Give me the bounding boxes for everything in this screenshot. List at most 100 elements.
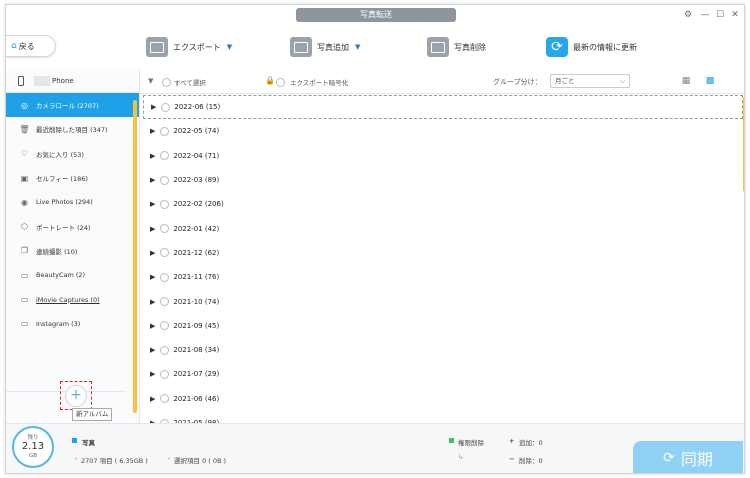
- month-row[interactable]: ▶ 2021-09 (45): [140, 314, 744, 338]
- collapse-all-icon[interactable]: ▼: [148, 77, 153, 85]
- month-row[interactable]: ▶ 2022-03 (89): [140, 168, 744, 192]
- month-checkbox[interactable]: [160, 345, 170, 355]
- select-all-label: すべて選択: [174, 79, 206, 87]
- filter-bar: ▼ すべて選択 🔒 エクスポート暗号化 グループ分け： 月ごと ⌵ ▦ ▩: [140, 69, 744, 94]
- month-checkbox[interactable]: [160, 224, 170, 234]
- month-checkbox[interactable]: [160, 175, 170, 185]
- expand-icon[interactable]: ▶: [150, 322, 155, 330]
- sidebar-scrollbar[interactable]: [133, 100, 137, 413]
- items-count: 2707 項目 ( 6.35GB ): [81, 457, 148, 465]
- export-dropdown-icon[interactable]: ▼: [227, 43, 232, 51]
- month-checkbox[interactable]: [160, 369, 170, 379]
- album-item[interactable]: ◎ カメラロール (2707): [6, 93, 139, 118]
- plus-icon: +: [509, 437, 515, 445]
- encrypt-check-circle[interactable]: [276, 77, 285, 87]
- expand-icon[interactable]: ▶: [150, 200, 155, 208]
- back-label: 戻る: [18, 41, 35, 51]
- month-row[interactable]: ▶ 2022-01 (42): [140, 216, 744, 240]
- select-all-checkbox[interactable]: すべて選択: [162, 77, 206, 87]
- expand-icon[interactable]: ▶: [150, 346, 155, 354]
- delete-photo-button[interactable]: 写真削除: [427, 34, 486, 60]
- back-button[interactable]: ⌂ 戻る: [6, 35, 56, 57]
- export-button[interactable]: エクスポート ▼: [146, 34, 232, 60]
- phone-icon: [18, 75, 24, 86]
- month-row[interactable]: ▶ 2021-12 (62): [140, 241, 744, 265]
- expand-icon[interactable]: ▶: [150, 152, 155, 160]
- album-item[interactable]: 🗑 最近削除した項目 (347): [6, 117, 139, 141]
- month-list: ▶ 2022-06 (15) ▶ 2022-05 (74) ▶ 2022-04 (71) ▶…: [140, 95, 744, 423]
- refresh-button[interactable]: ⟳ 最新の情報に更新: [546, 34, 637, 60]
- sync-button[interactable]: ⟳ 同期: [633, 441, 743, 473]
- app-window: 写真転送 ⚙ — ☐ ✕ ⌂ 戻る エクスポート ▼ 写真追加 ▼ 写真削除 ⟳…: [5, 4, 745, 474]
- month-checkbox[interactable]: [160, 297, 170, 307]
- month-checkbox[interactable]: [160, 272, 170, 282]
- month-checkbox[interactable]: [161, 102, 171, 112]
- album-icon: ◎: [21, 100, 28, 110]
- maximize-icon[interactable]: ☐: [713, 8, 727, 22]
- device-name: Phone: [52, 76, 74, 85]
- album-item[interactable]: ▭ BeautyCam (2): [6, 263, 139, 287]
- add-photo-label: 写真追加: [317, 42, 349, 52]
- album-item[interactable]: ▭ Instagram (3): [6, 312, 139, 336]
- refresh-label: 最新の情報に更新: [573, 42, 637, 52]
- return-arrow-icon: ↳: [458, 453, 464, 461]
- encrypt-export-checkbox[interactable]: エクスポート暗号化: [276, 77, 348, 87]
- month-row[interactable]: ▶ 2022-06 (15): [143, 95, 743, 120]
- month-row[interactable]: ▶ 2021-06 (46): [140, 387, 744, 411]
- month-row[interactable]: ▶ 2022-04 (71): [140, 144, 744, 168]
- album-icon: ▭: [20, 319, 29, 329]
- add-dropdown-icon[interactable]: ▼: [355, 43, 360, 51]
- add-photo-button[interactable]: 写真追加 ▼: [290, 34, 360, 60]
- month-row[interactable]: ▶ 2021-10 (74): [140, 289, 744, 313]
- album-label: カメラロール (2707): [36, 102, 99, 111]
- group-by-select[interactable]: 月ごと ⌵: [550, 74, 630, 88]
- month-row[interactable]: ▶ 2021-08 (34): [140, 338, 744, 362]
- month-checkbox[interactable]: [160, 394, 170, 404]
- expand-icon[interactable]: ▶: [150, 370, 155, 378]
- expand-icon[interactable]: ▶: [150, 225, 155, 233]
- month-checkbox[interactable]: [160, 151, 170, 161]
- expand-icon[interactable]: ▶: [150, 395, 155, 403]
- album-item[interactable]: ◉ Live Photos (294): [6, 190, 139, 214]
- album-item[interactable]: ▭ iMovie Captures (0): [6, 287, 139, 311]
- month-row[interactable]: ▶ 2022-02 (206): [140, 192, 744, 216]
- album-item[interactable]: ⬡ ポートレート (24): [6, 214, 139, 238]
- album-sidebar: Phone ◎ カメラロール (2707) 🗑 最近削除した項目 (347) ♡ お気に入…: [6, 69, 140, 423]
- expand-icon[interactable]: ▶: [150, 127, 155, 135]
- minimize-icon[interactable]: —: [698, 8, 712, 22]
- expand-icon[interactable]: ▶: [150, 273, 155, 281]
- selected-count: 選択項目 0 ( 0B ): [174, 457, 227, 465]
- month-label: 2021-10 (74): [173, 297, 220, 306]
- month-row[interactable]: ▶ 2021-05 (98): [140, 411, 744, 423]
- device-name-redacted: [34, 75, 50, 86]
- month-checkbox[interactable]: [160, 321, 170, 331]
- month-row[interactable]: ▶ 2021-11 (76): [140, 265, 744, 289]
- close-icon[interactable]: ✕: [728, 8, 742, 22]
- expand-icon[interactable]: ▶: [151, 103, 156, 111]
- export-label: エクスポート: [173, 42, 221, 52]
- album-item[interactable]: ♡ お気に入り (53): [6, 142, 139, 166]
- month-label: 2021-06 (46): [173, 394, 220, 403]
- expand-icon[interactable]: ▶: [150, 249, 155, 257]
- album-item[interactable]: ▣ セルフィー (186): [6, 166, 139, 190]
- month-checkbox[interactable]: [160, 126, 170, 136]
- month-label: 2021-09 (45): [173, 321, 220, 330]
- home-icon: ⌂: [11, 41, 17, 51]
- month-row[interactable]: ▶ 2021-07 (29): [140, 362, 744, 386]
- month-row[interactable]: ▶ 2022-05 (74): [140, 119, 744, 143]
- month-checkbox[interactable]: [160, 199, 170, 209]
- expand-icon[interactable]: ▶: [150, 176, 155, 184]
- list-view-icon[interactable]: ▦: [678, 74, 694, 88]
- month-checkbox[interactable]: [160, 248, 170, 258]
- list-scrollbar[interactable]: [743, 97, 744, 192]
- album-item[interactable]: ❐ 連続撮影 (10): [6, 239, 139, 263]
- add-album-button[interactable]: +: [65, 385, 87, 407]
- album-icon: ♡: [20, 149, 29, 159]
- device-row[interactable]: Phone: [6, 69, 139, 93]
- grid-view-icon[interactable]: ▩: [701, 74, 719, 88]
- settings-icon[interactable]: ⚙: [681, 8, 695, 22]
- select-all-check-circle[interactable]: [162, 77, 171, 87]
- expand-icon[interactable]: ▶: [150, 298, 155, 306]
- sync-label: 同期: [680, 449, 713, 469]
- group-by-value: 月ごと: [555, 77, 575, 85]
